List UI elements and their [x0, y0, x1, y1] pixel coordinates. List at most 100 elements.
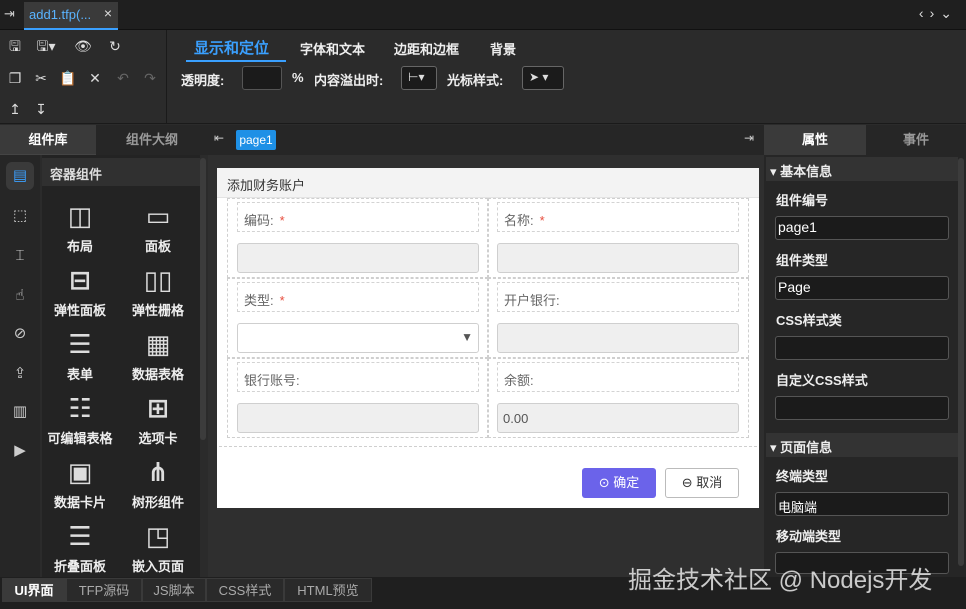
component-label: 嵌入页面 — [131, 559, 184, 574]
component-type-input[interactable]: Page — [775, 276, 949, 300]
left-scrollbar[interactable] — [200, 158, 206, 440]
terminal-type-label: 终端类型 — [776, 469, 829, 484]
tab-margin-border[interactable]: 边距和边框 — [394, 39, 459, 58]
select-category-icon[interactable]: ⬚ — [6, 202, 34, 230]
component-data-card[interactable]: ▣ 数据卡片 — [41, 452, 119, 511]
tab-html-preview[interactable]: HTML预览 — [284, 578, 372, 602]
type-select[interactable]: ▼ — [237, 323, 479, 353]
component-flex-panel[interactable]: ⊟ 弹性面板 — [41, 260, 119, 319]
save-icon[interactable]: 🖫 — [6, 37, 24, 55]
section-title: 基本信息 — [780, 164, 833, 179]
input-category-icon[interactable]: ⌶ — [6, 242, 34, 270]
component-label: 数据卡片 — [53, 495, 106, 510]
tab-font-text[interactable]: 字体和文本 — [300, 39, 365, 58]
right-scrollbar[interactable] — [958, 158, 964, 566]
media-category-icon[interactable]: ▶ — [6, 437, 34, 465]
css-class-input[interactable] — [775, 336, 949, 360]
custom-css-input[interactable] — [775, 396, 949, 420]
component-data-table[interactable]: ▦ 数据表格 — [119, 324, 197, 383]
component-editable-table[interactable]: ☷ 可编辑表格 — [41, 388, 119, 447]
tab-css[interactable]: CSS样式 — [206, 578, 284, 602]
tab-ui[interactable]: UI界面 — [2, 578, 66, 602]
page-info-section[interactable]: ▾ 页面信息 — [766, 433, 958, 457]
save-as-icon[interactable]: 🖫▾ — [32, 37, 60, 55]
required-mark: * — [539, 213, 545, 228]
tab-events[interactable]: 事件 — [866, 125, 966, 155]
balance-input[interactable]: 0.00 — [497, 403, 739, 433]
cursor-select[interactable]: ➤ ▾ — [522, 66, 564, 90]
field-label: 编码: — [244, 213, 274, 228]
css-class-label: CSS样式类 — [776, 313, 842, 328]
tab-js[interactable]: JS脚本 — [142, 578, 206, 602]
form-title: 添加财务账户 — [217, 168, 759, 198]
undo-icon[interactable]: ↶ — [114, 69, 132, 87]
chevron-down-icon[interactable]: ⌄ — [940, 5, 958, 21]
watermark: 掘金技术社区 @ Nodejs开发 — [628, 567, 933, 594]
basic-info-section[interactable]: ▾ 基本信息 — [766, 157, 958, 181]
bank-input[interactable] — [497, 323, 739, 353]
field-label: 余额: — [504, 373, 534, 388]
paste-icon[interactable]: 📋 — [59, 69, 77, 87]
component-label: 数据表格 — [131, 367, 184, 382]
component-panel[interactable]: ▭ 面板 — [119, 196, 197, 255]
tab-properties[interactable]: 属性 — [764, 125, 866, 155]
name-input[interactable] — [497, 243, 739, 273]
chart-category-icon[interactable]: ▥ — [6, 398, 34, 426]
hidden-category-icon[interactable]: ⊘ — [6, 320, 34, 348]
move-down-icon[interactable]: ↧ — [32, 100, 50, 118]
code-input[interactable] — [237, 243, 479, 273]
chevron-right-icon[interactable]: › — [930, 5, 941, 21]
move-up-icon[interactable]: ↥ — [6, 100, 24, 118]
collapse-right-icon[interactable]: ⇥ — [744, 131, 754, 145]
component-tabs[interactable]: ⊞ 选项卡 — [119, 388, 197, 447]
triangle-down-icon: ▾ — [770, 440, 781, 455]
tab-navigation: ‹›⌄ — [919, 5, 958, 22]
component-label: 表单 — [66, 367, 93, 382]
flex-panel-icon: ⊟ — [69, 265, 91, 295]
tab-tfp-source[interactable]: TFP源码 — [66, 578, 142, 602]
refresh-icon[interactable]: ↻ — [106, 37, 124, 55]
terminal-type-input[interactable]: 电脑端 — [775, 492, 949, 516]
component-layout[interactable]: ◫ 布局 — [41, 196, 119, 255]
delete-icon[interactable]: ✕ — [86, 69, 104, 87]
collapse-panel-icon: ☰ — [68, 521, 92, 551]
file-tab[interactable]: add1.tfp(... × — [24, 2, 118, 30]
preview-eye-icon[interactable]: 👁 — [74, 37, 92, 55]
tab-background[interactable]: 背景 — [490, 39, 516, 58]
component-embed-page[interactable]: ◳ 嵌入页面 — [119, 516, 197, 575]
component-form[interactable]: ☰ 表单 — [41, 324, 119, 383]
tab-component-library[interactable]: 组件库 — [0, 125, 96, 155]
redo-icon[interactable]: ↷ — [141, 69, 159, 87]
overflow-select[interactable]: ⊢▾ — [401, 66, 437, 90]
cut-icon[interactable]: ✂ — [32, 69, 50, 87]
component-flex-grid[interactable]: ▯▯ 弹性栅格 — [119, 260, 197, 319]
required-mark: * — [279, 293, 285, 308]
opacity-input[interactable] — [242, 66, 282, 90]
tab-component-outline[interactable]: 组件大纲 — [96, 125, 208, 155]
confirm-button[interactable]: ⊙ 确定 — [582, 468, 656, 498]
bank-label: 开户银行: — [497, 282, 739, 312]
component-label: 面板 — [144, 239, 171, 254]
close-icon[interactable]: × — [104, 5, 112, 21]
component-id-input[interactable]: page1 — [775, 216, 949, 240]
click-category-icon[interactable]: ☝ — [6, 282, 34, 310]
component-tree[interactable]: ⋔ 树形组件 — [119, 452, 197, 511]
tab-display-position[interactable]: 显示和定位 — [194, 37, 269, 58]
upload-category-icon[interactable]: ⇪ — [6, 360, 34, 388]
collapse-panel-icon[interactable]: ⇥ — [4, 6, 15, 22]
account-input[interactable] — [237, 403, 479, 433]
cancel-label: 取消 — [696, 475, 723, 490]
page-tab[interactable]: page1 — [236, 130, 276, 150]
chevron-left-icon[interactable]: ‹ — [919, 5, 930, 21]
component-label: 选项卡 — [138, 431, 178, 446]
collapse-left-icon[interactable]: ⇤ — [214, 131, 224, 145]
cancel-button[interactable]: ⊖ 取消 — [665, 468, 739, 498]
layout-icon: ◫ — [67, 201, 93, 231]
container-category-icon[interactable]: ▤ — [6, 162, 34, 190]
account-label: 银行账号: — [237, 362, 479, 392]
code-label: 编码: * — [237, 202, 479, 232]
section-title: 页面信息 — [780, 440, 833, 455]
copy-icon[interactable]: ❐ — [6, 69, 24, 87]
component-collapse-panel[interactable]: ☰ 折叠面板 — [41, 516, 119, 575]
page-tab-bar — [208, 125, 764, 155]
